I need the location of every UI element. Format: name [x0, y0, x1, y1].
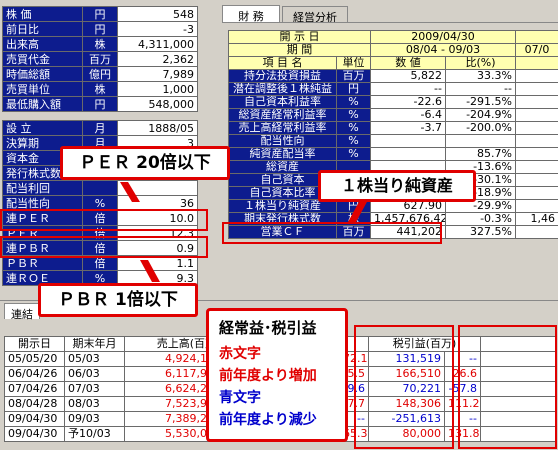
arrow-pbr — [140, 260, 160, 282]
arrow-bps — [348, 200, 368, 222]
arrow-per — [120, 182, 140, 202]
screen: 株 価円 548 前日比円 -3 出来高株 4,311,000 売買代金 百万 2,362 時価総… — [0, 0, 558, 450]
arrow-overlay — [120, 182, 368, 282]
